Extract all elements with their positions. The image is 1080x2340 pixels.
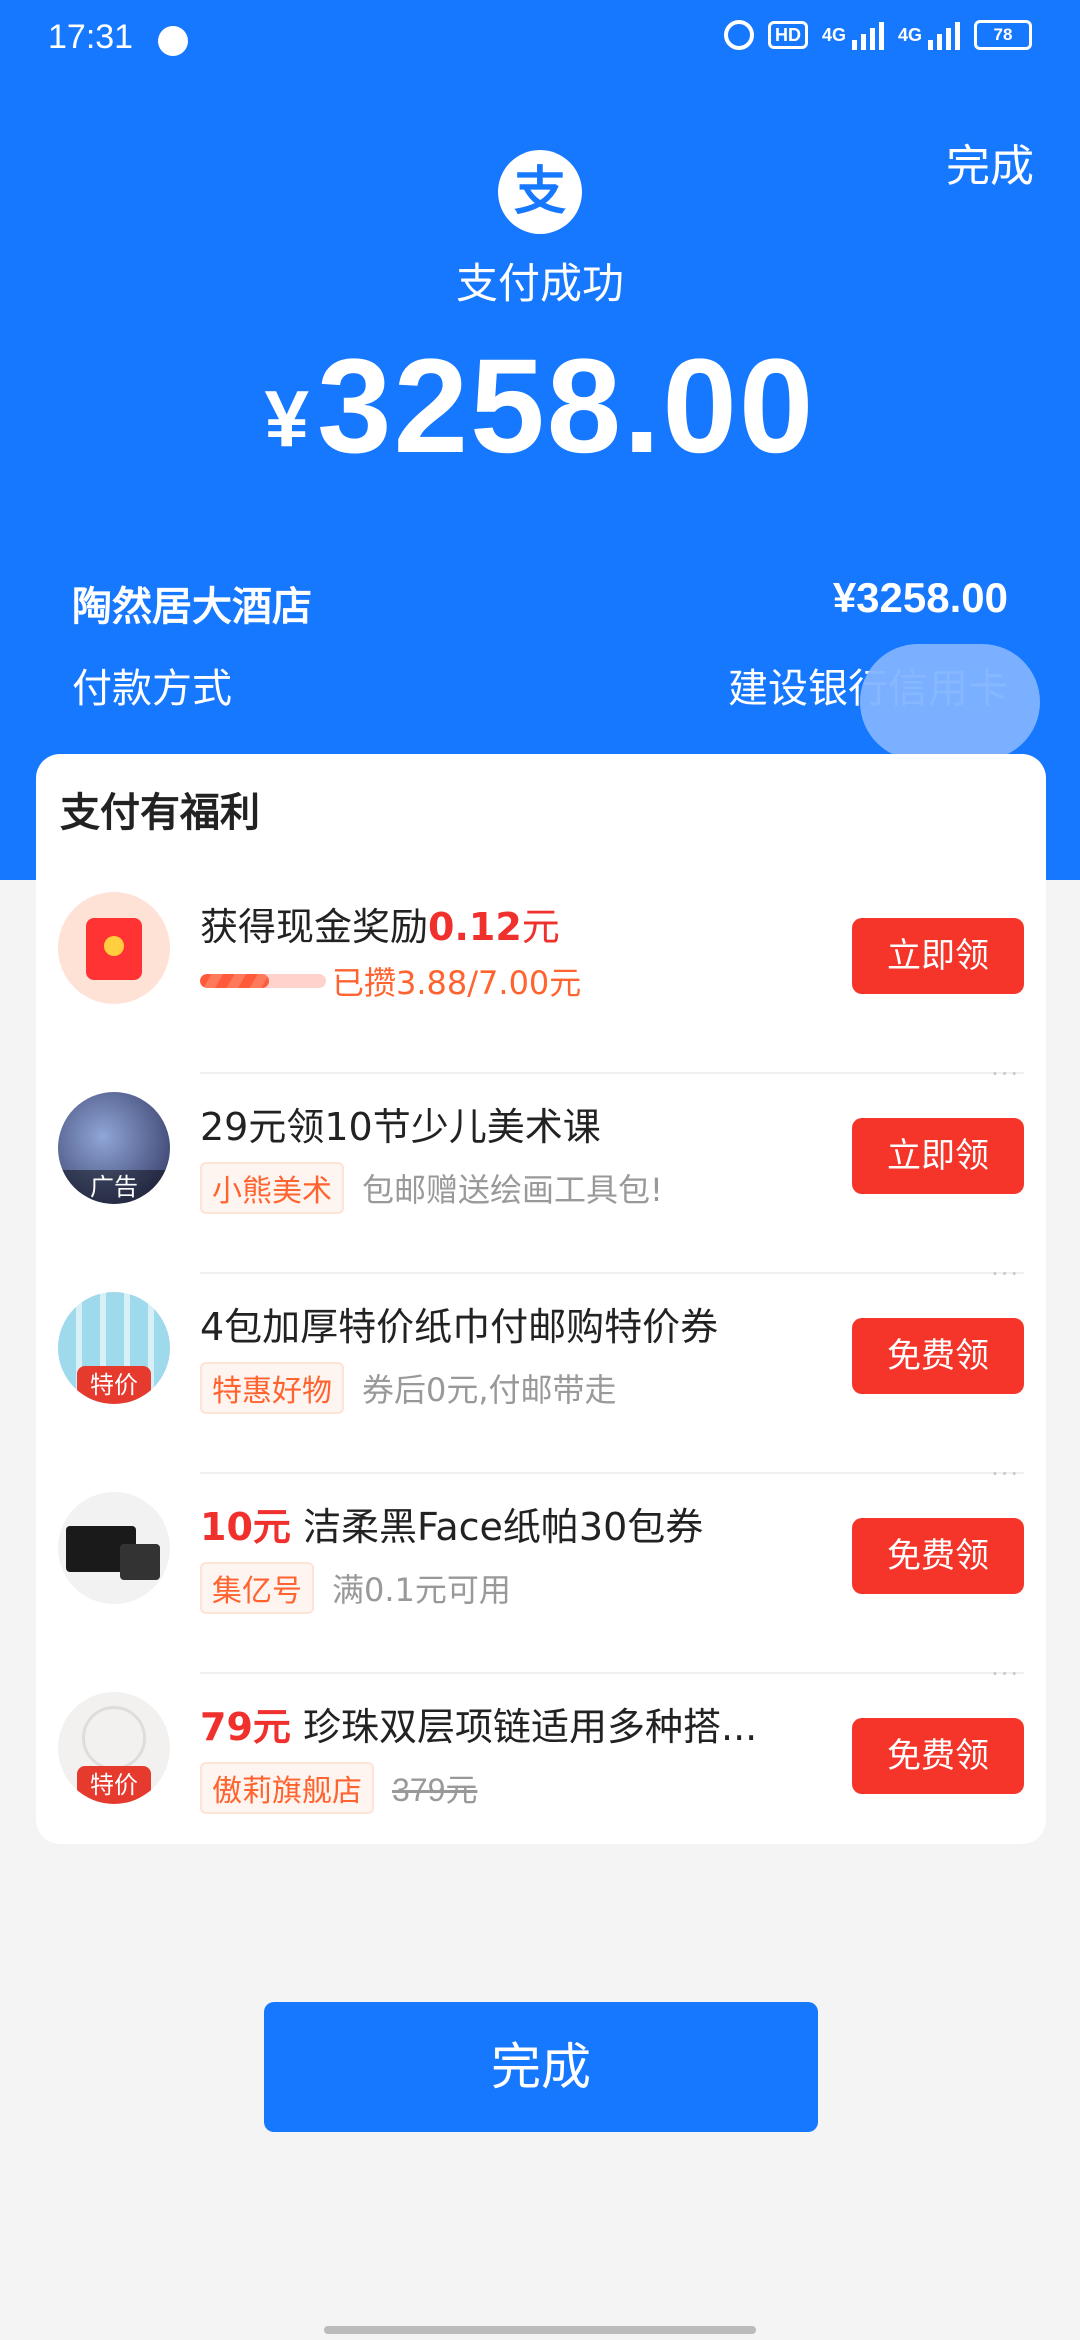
claim-button[interactable]: 免费领	[852, 1518, 1024, 1594]
necklace-shape	[82, 1706, 146, 1770]
alarm-icon	[723, 20, 754, 50]
status-bar: 17:31 HD 4G 4G 78	[0, 0, 1080, 84]
amount-value: 3258.00	[317, 332, 816, 481]
reward-progress-bar	[200, 974, 326, 988]
status-icons: HD 4G 4G 78	[723, 20, 1032, 50]
item-subline: 集亿号 满0.1元可用	[200, 1562, 511, 1614]
payment-method-label: 付款方式	[72, 666, 232, 712]
benefit-item-art-class[interactable]: 广告 29元领10节少儿美术课 小熊美术 包邮赠送绘画工具包! 立即领 ···	[36, 1060, 1046, 1274]
item-tag: 傲莉旗舰店	[200, 1762, 374, 1814]
more-options-icon[interactable]: ···	[991, 1060, 1020, 1088]
benefits-title: 支付有福利	[60, 790, 260, 836]
redaction-blur	[860, 644, 1040, 760]
benefit-item-cash-reward[interactable]: 获得现金奖励0.12元 已攒3.88/7.00元 立即领	[36, 874, 1046, 1074]
more-options-icon[interactable]: ···	[991, 1660, 1020, 1688]
claim-button[interactable]: 免费领	[852, 1318, 1024, 1394]
signal-icon-2	[928, 20, 960, 50]
network-type-2: 4G	[897, 24, 922, 45]
item-title: 4包加厚特价纸巾付邮购特价券	[200, 1305, 719, 1349]
item-desc: 包邮赠送绘画工具包!	[362, 1171, 663, 1209]
coin-shape	[104, 936, 124, 956]
item-subline: 小熊美术 包邮赠送绘画工具包!	[200, 1162, 663, 1214]
battery-icon: 78	[974, 20, 1032, 50]
item-subline: 特惠好物 券后0元,付邮带走	[200, 1362, 617, 1414]
item-desc: 券后0元,付邮带走	[362, 1371, 617, 1409]
progress-fill	[200, 974, 270, 988]
home-indicator[interactable]	[324, 2326, 756, 2334]
item-title: 10元 洁柔黑Face纸帕30包券	[200, 1505, 704, 1549]
item-title: 29元领10节少儿美术课	[200, 1105, 601, 1149]
ad-badge: 广告	[58, 1170, 170, 1204]
face-tissue-thumbnail	[58, 1492, 170, 1604]
item-subline: 傲莉旗舰店 379元	[200, 1762, 477, 1814]
original-price: 379元	[392, 1772, 478, 1808]
special-price-badge: 特价	[77, 1366, 151, 1404]
claim-button[interactable]: 免费领	[852, 1718, 1024, 1794]
tissue-thumbnail: 特价	[58, 1292, 170, 1404]
benefit-item-necklace[interactable]: 特价 79元 珍珠双层项链适用多种搭... 傲莉旗舰店 379元 免费领 ···	[36, 1660, 1046, 1874]
claim-button[interactable]: 立即领	[852, 918, 1024, 994]
special-price-badge: 特价	[77, 1766, 151, 1804]
alipay-logo-icon: 支	[498, 150, 582, 234]
status-time: 17:31	[48, 18, 134, 56]
payment-amount: ¥3258.00	[0, 330, 1080, 483]
merchant-row: 陶然居大酒店 ¥3258.00	[72, 574, 1008, 632]
network-type-1: 4G	[821, 24, 846, 45]
benefits-card: 支付有福利 获得现金奖励0.12元 已攒3.88/7.00元 立即领 广告 29…	[36, 754, 1046, 1844]
more-options-icon[interactable]: ···	[991, 1260, 1020, 1288]
item-tag: 集亿号	[200, 1562, 314, 1614]
merchant-name: 陶然居大酒店	[72, 584, 312, 630]
signal-icon	[851, 20, 884, 50]
progress-text: 已攒3.88/7.00元	[332, 964, 582, 1002]
payment-status-title: 支付成功	[455, 259, 624, 308]
item-title: 79元 珍珠双层项链适用多种搭...	[200, 1705, 758, 1749]
necklace-thumbnail: 特价	[58, 1692, 170, 1804]
top-done-button[interactable]: 完成	[946, 130, 1034, 194]
notification-icon	[158, 26, 188, 56]
tissue-pack-shape-2	[120, 1544, 160, 1580]
item-tag: 小熊美术	[200, 1162, 344, 1214]
benefit-item-tissue[interactable]: 特价 4包加厚特价纸巾付邮购特价券 特惠好物 券后0元,付邮带走 免费领 ···	[36, 1260, 1046, 1474]
claim-button[interactable]: 立即领	[852, 1118, 1024, 1194]
item-title: 获得现金奖励0.12元	[200, 905, 560, 949]
red-envelope-icon	[58, 892, 170, 1004]
more-options-icon[interactable]: ···	[991, 1460, 1020, 1488]
hd-icon: HD	[767, 21, 808, 49]
item-tag: 特惠好物	[200, 1362, 344, 1414]
item-desc: 满0.1元可用	[332, 1571, 511, 1609]
currency-symbol: ¥	[264, 374, 310, 463]
merchant-amount: ¥3258.00	[832, 574, 1008, 621]
art-class-thumbnail: 广告	[58, 1092, 170, 1204]
benefit-item-face-tissue[interactable]: 10元 洁柔黑Face纸帕30包券 集亿号 满0.1元可用 免费领 ···	[36, 1460, 1046, 1674]
done-button[interactable]: 完成	[264, 2002, 818, 2132]
